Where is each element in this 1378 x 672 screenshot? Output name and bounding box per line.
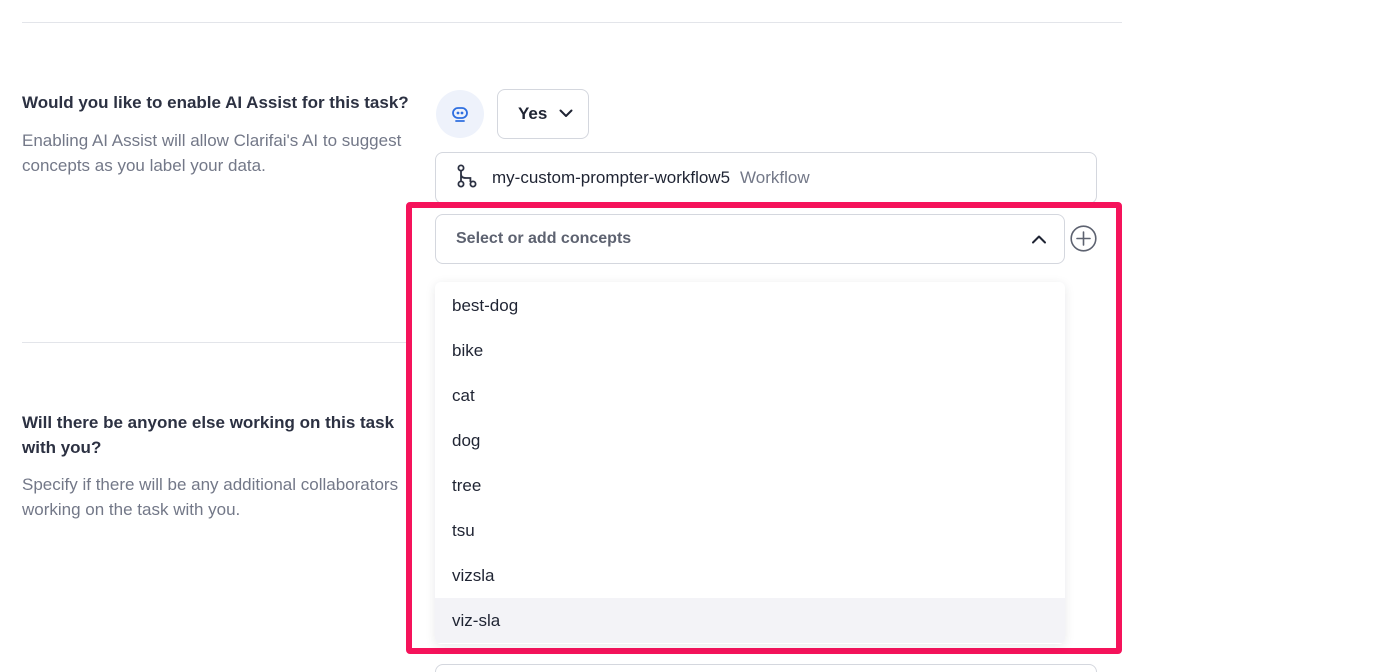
workflow-field[interactable]: my-custom-prompter-workflow5 Workflow	[435, 152, 1097, 204]
workflow-branch-icon	[456, 164, 478, 193]
plus-circle-icon	[1070, 224, 1097, 257]
robot-icon	[436, 90, 484, 138]
ai-assist-description: Enabling AI Assist will allow Clarifai's…	[22, 131, 402, 175]
add-concept-button[interactable]	[1070, 224, 1097, 257]
concept-option[interactable]: vizsla	[435, 553, 1065, 598]
chevron-up-icon[interactable]	[1014, 234, 1064, 244]
concepts-select-placeholder: Select or add concepts	[456, 230, 632, 247]
chevron-down-icon	[559, 105, 573, 123]
concept-option[interactable]: cat	[435, 373, 1065, 418]
concept-option[interactable]: best-dog	[435, 283, 1065, 328]
workflow-type-label: Workflow	[740, 168, 810, 187]
concept-option[interactable]: dog	[435, 418, 1065, 463]
collaborators-title: Will there be anyone else working on thi…	[22, 413, 395, 457]
workflow-name: my-custom-prompter-workflow5	[492, 168, 731, 187]
ai-assist-title: Would you like to enable AI Assist for t…	[22, 93, 409, 112]
concept-option[interactable]: viz-sla	[435, 598, 1065, 643]
concepts-dropdown-menu: best-dog bike cat dog tree tsu vizsla vi…	[435, 282, 1065, 644]
next-field[interactable]	[435, 664, 1097, 672]
ai-assist-toggle-value: Yes	[518, 104, 548, 123]
concept-option[interactable]: tree	[435, 463, 1065, 508]
ai-assist-toggle-select[interactable]: Yes	[497, 89, 589, 139]
concept-option[interactable]: bike	[435, 328, 1065, 373]
concepts-select[interactable]: Select or add concepts	[435, 214, 1065, 264]
section-divider	[22, 22, 1122, 23]
collaborators-description: Specify if there will be any additional …	[22, 475, 399, 519]
concept-option[interactable]: tsu	[435, 508, 1065, 553]
